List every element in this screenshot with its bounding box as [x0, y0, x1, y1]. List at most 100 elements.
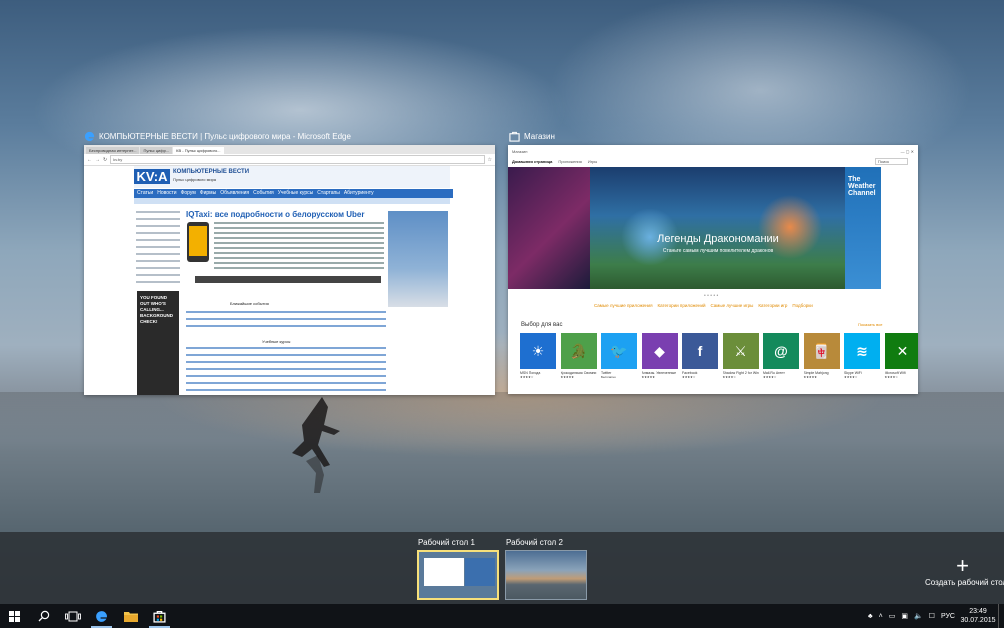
edge-url: kv.by: [110, 155, 485, 164]
store-weather-tile: The Weather Channel: [845, 167, 881, 289]
desktop-1-window-preview: [424, 558, 464, 586]
desktop-shoreline: [0, 392, 1004, 442]
clock[interactable]: 23:49 30.07.2015: [958, 607, 998, 625]
store-app-rating: ★★★★★: [641, 375, 655, 379]
store-category: Самые лучшие приложения: [594, 303, 653, 308]
store-category: Категории игр: [758, 303, 788, 308]
people-icon[interactable]: ♣: [868, 613, 873, 620]
store-app-item[interactable]: @ Mail.Ru Агент ★★★★☆: [763, 333, 799, 379]
desktop-1-label: Рабочий стол 1: [418, 538, 475, 547]
store-window-title-text: Магазин: [524, 131, 555, 141]
store-window-title[interactable]: Магазин: [509, 129, 555, 143]
virtual-desktops-panel: [0, 532, 1004, 604]
store-top-bar: Магазин — ▢ ✕: [508, 145, 918, 157]
volume-icon[interactable]: 🔈: [914, 612, 923, 620]
edge-tab: Беспроводная интернет...: [86, 147, 140, 154]
store-app-rating: ★★★★★: [560, 375, 574, 379]
search-button[interactable]: [29, 604, 58, 628]
favorites-icon: ☆: [487, 156, 492, 163]
kv-nav-item: Стартапы: [317, 190, 340, 196]
store-app-item[interactable]: f Facebook ★★★★☆: [682, 333, 718, 379]
store-hero-subtitle: Станьте самым лучшим повелителем драконо…: [662, 248, 774, 254]
forward-icon: →: [95, 156, 100, 163]
store-nav-apps: Приложения: [558, 158, 582, 164]
store-app-tile-icon: ≋: [844, 333, 880, 369]
store-category: Подборки: [792, 303, 813, 308]
store-app-tile-icon: ⚔: [722, 333, 759, 369]
edge-taskbar-button[interactable]: [87, 604, 116, 628]
edge-window-thumbnail[interactable]: Беспроводная интернет... Пульс цифр... К…: [84, 145, 495, 395]
store-app-tile-icon: ✕: [884, 333, 918, 369]
show-desktop-button[interactable]: [998, 604, 1004, 628]
store-hero-side: [508, 167, 590, 289]
store-app-tile-icon: ☀: [520, 333, 556, 369]
desktop-1-window-preview: [465, 558, 495, 586]
store-app-tile-icon: ◆: [641, 333, 678, 369]
kv-article-text: [214, 222, 384, 272]
store-taskbar-button[interactable]: [145, 604, 174, 628]
kv-events-label: Ближайшие события: [230, 301, 269, 306]
store-app-tile-icon: @: [763, 333, 799, 369]
desktop-2-thumbnail[interactable]: [505, 550, 587, 600]
show-hidden-icons-icon[interactable]: ˄: [879, 613, 883, 620]
new-desktop-label: Создать рабочий стол: [925, 578, 1004, 587]
store-category: Категории приложений: [657, 303, 706, 308]
kv-tagline: Пульс цифрового мира: [173, 177, 217, 182]
windows-start-icon: [9, 610, 20, 622]
store-app-tile-icon: 🐊: [560, 333, 597, 369]
store-hero-title: Легенды Дракономании: [657, 233, 779, 245]
clock-date: 30.07.2015: [960, 617, 996, 624]
kv-courses-label: Учебные курсы: [262, 339, 291, 344]
desktop-1-thumbnail[interactable]: [417, 550, 499, 600]
store-search-box: Поиск: [874, 157, 908, 165]
store-app-list: ☀ MSN Погода ★★★★☆ 🐊 Крокодильчик Свомпи 2 ★★…: [520, 333, 918, 379]
kv-headline: IQTaxi: все подробности о белорусском Ub…: [186, 210, 365, 219]
store-for-you-label: Выбор для вас: [521, 322, 563, 328]
store-app-item[interactable]: 🐊 Крокодильчик Свомпи 2 ★★★★★: [560, 333, 597, 379]
start-button[interactable]: [0, 604, 29, 628]
store-app-item[interactable]: ≋ Skype WiFi ★★★★☆: [844, 333, 880, 379]
store-app-rating: ★★★★☆: [722, 375, 736, 379]
kv-courses-list: [186, 347, 386, 395]
store-app-item[interactable]: 🐦 Twitter Бесплатно: [601, 333, 637, 379]
store-app-item[interactable]: ☀ MSN Погода ★★★★☆: [520, 333, 556, 379]
file-explorer-button[interactable]: [116, 604, 145, 628]
edge-window-title-text: КОМПЬЮТЕРНЫЕ ВЕСТИ | Пульс цифрового мир…: [99, 131, 351, 141]
edge-window-title[interactable]: КОМПЬЮТЕРНЫЕ ВЕСТИ | Пульс цифрового мир…: [84, 129, 351, 143]
task-view-button[interactable]: [58, 604, 87, 628]
store-app-item[interactable]: 🀄 Simple Mahjong ★★★★★: [803, 333, 840, 379]
store-app-rating: ★★★★☆: [520, 375, 534, 379]
notifications-icon[interactable]: ☐: [929, 612, 935, 620]
runner-silhouette: [292, 397, 340, 493]
taskbar: ♣ ˄ ▭ ▣ 🔈 ☐ РУС 23:49 30.07.2015: [0, 604, 1004, 628]
clock-time: 23:49: [969, 608, 987, 615]
store-nav: Домашняя страница Приложения Игры Поиск: [508, 157, 918, 165]
store-category: Самые лучшие игры: [710, 303, 754, 308]
store-app-item[interactable]: ◆ Алмазы. Увлеченные ★★★★★: [641, 333, 678, 379]
battery-icon[interactable]: ▭: [889, 612, 896, 620]
store-window-thumbnail[interactable]: Магазин — ▢ ✕ Домашняя страница Приложен…: [508, 145, 918, 394]
store-app-rating: ★★★★☆: [763, 375, 777, 379]
kv-nav-item: Статьи: [137, 190, 154, 196]
file-explorer-icon: [123, 612, 138, 622]
store-app-tile-icon: 🀄: [803, 333, 840, 369]
store-app-item[interactable]: ⚔Shadow Fight 2 for Windows★★★★☆: [722, 333, 759, 379]
kv-subnav: [134, 198, 450, 204]
new-desktop-button[interactable]: + Создать рабочий стол: [925, 555, 1004, 588]
kv-dark-bar: [195, 276, 381, 283]
store-app-rating: ★★★★☆: [682, 375, 696, 379]
store-nav-home: Домашняя страница: [512, 158, 553, 164]
kv-nav-item: Фирмы: [199, 190, 217, 196]
store-app-item[interactable]: ✕ Microsoft Wifi ★★★★☆: [884, 333, 918, 379]
edge-address-bar: ← → ↻ kv.by ☆: [84, 154, 495, 166]
language-indicator[interactable]: РУС: [941, 613, 955, 620]
store-carousel-dots: • • • • •: [704, 293, 719, 299]
store-show-all: Показать все: [858, 322, 883, 327]
kv-nav-item: События: [253, 190, 274, 196]
network-icon[interactable]: ▣: [901, 612, 908, 620]
store-app-tile-icon: 🐦: [601, 333, 637, 369]
search-icon: [38, 610, 49, 622]
kv-site-name: КОМПЬЮТЕРНЫЕ ВЕСТИ: [173, 169, 250, 175]
kv-nav-item: Объявления: [220, 190, 250, 196]
kv-logo: KV:A: [134, 169, 170, 184]
